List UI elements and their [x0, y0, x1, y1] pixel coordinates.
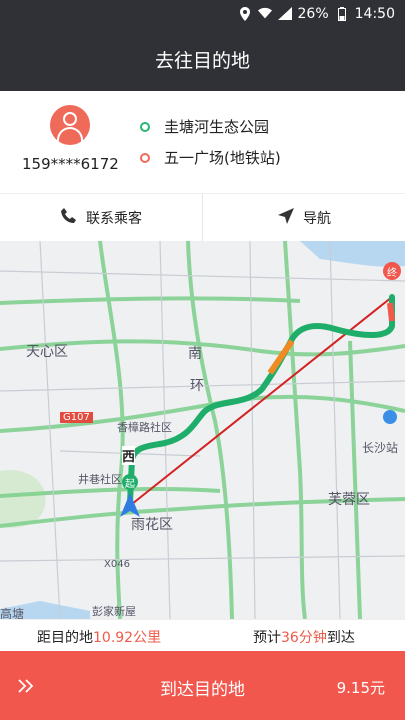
trip-info-bar: 距目的地10.92公里 预计36分钟到达 [0, 619, 405, 651]
map-label-jingxiang: 井巷社区 [78, 473, 122, 486]
battery-icon [335, 6, 349, 21]
fare-price: 9.15元 [336, 679, 385, 697]
navigate-label: 导航 [303, 210, 331, 227]
page-title: 去往目的地 [154, 49, 250, 72]
signal-icon [277, 7, 292, 21]
distance-value: 10.92公里 [93, 630, 162, 646]
map-label-changsha: 长沙站 [362, 441, 399, 455]
action-bar: 联系乘客 导航 [0, 193, 405, 241]
destination-label: 五一广场(地铁站) [164, 149, 281, 167]
battery-percent: 26% [297, 5, 329, 22]
destination-row: 五一广场(地铁站) [140, 147, 281, 168]
navigation-arrow-icon [277, 207, 295, 229]
map-label-zhong: 终 [387, 268, 397, 279]
map-label-furong: 芙蓉区 [328, 492, 370, 508]
map-label-qi: 起 [125, 479, 135, 490]
eta-info: 预计36分钟到达 [253, 627, 355, 647]
origin-label: 圭塘河生态公园 [164, 118, 270, 136]
passenger-panel: 159****6172 圭塘河生态公园 五一广场(地铁站) [0, 91, 405, 193]
phone-icon [60, 207, 78, 229]
navigate-button[interactable]: 导航 [203, 194, 405, 241]
map-label-tianxin: 天心区 [26, 344, 68, 360]
distance-prefix: 距目的地 [37, 630, 93, 646]
map-label-nan: 南 [188, 346, 202, 362]
contact-label: 联系乘客 [86, 210, 142, 227]
arrive-destination-slider[interactable]: 到达目的地 9.15元 [0, 651, 405, 720]
contact-passenger-button[interactable]: 联系乘客 [0, 194, 203, 241]
clock: 14:50 [354, 5, 395, 22]
location-icon [238, 6, 252, 21]
eta-suffix: 到达 [326, 630, 355, 646]
eta-prefix: 预计 [253, 630, 281, 646]
map-label-pengjia: 彭家新屋 [92, 605, 136, 618]
map-label-yuhua: 雨花区 [131, 517, 173, 533]
origin-row: 圭塘河生态公园 [140, 116, 269, 137]
passenger-phone: 159****6172 [22, 155, 119, 173]
map-label-xiangzhang: 香樟路社区 [117, 421, 172, 434]
distance-info: 距目的地10.92公里 [37, 627, 161, 647]
map-label-huan: 环 [190, 378, 204, 394]
origin-dot-icon [140, 121, 150, 132]
destination-dot-icon [140, 152, 150, 163]
map-label-gaoqiao: 高塘 [0, 607, 25, 619]
wifi-icon [257, 7, 272, 21]
map-label-xi: 西 [122, 446, 136, 465]
route-map[interactable]: 天心区 G107 香樟路社区 井巷社区 雨花区 芙蓉区 长沙站 南 环 X046… [0, 241, 405, 619]
status-bar: 26% 14:50 [0, 0, 405, 27]
map-label-x046: X046 [104, 559, 130, 570]
passenger-avatar[interactable] [50, 105, 90, 145]
title-bar: 去往目的地 [0, 27, 405, 91]
map-canvas [0, 241, 405, 619]
eta-value: 36分钟 [281, 630, 327, 646]
map-label-g107: G107 [60, 412, 93, 423]
